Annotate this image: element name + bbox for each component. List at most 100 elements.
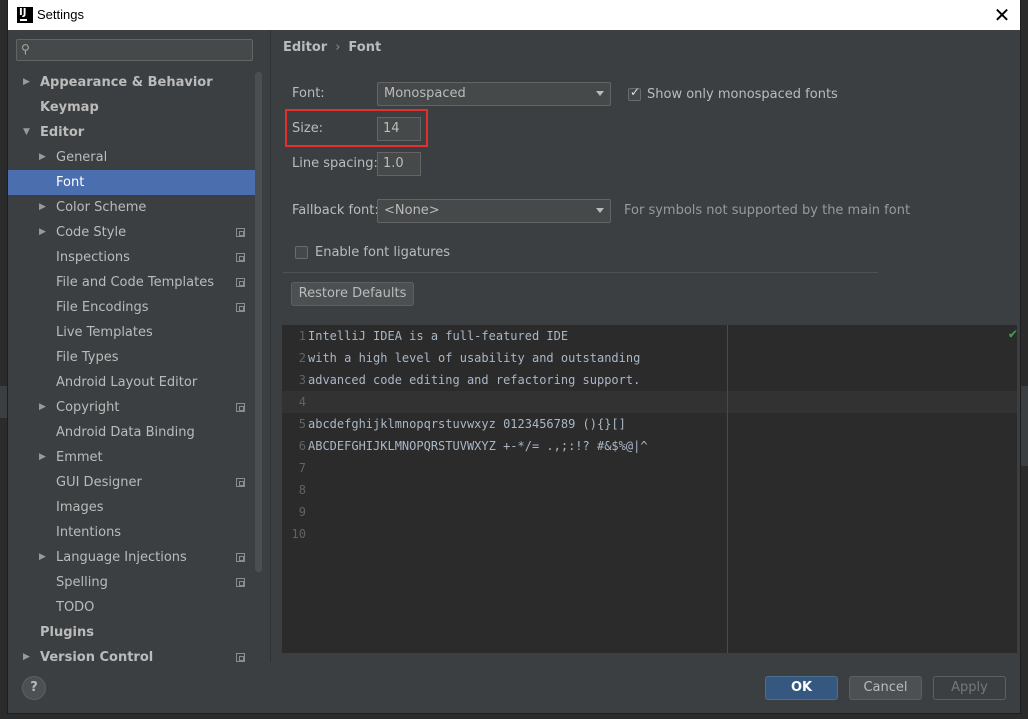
sidebar-item-appearance-behavior[interactable]: ▶ Appearance & Behavior	[8, 70, 262, 95]
sidebar-item-android-data-binding[interactable]: Android Data Binding	[8, 420, 262, 445]
expand-right-icon[interactable]: ▶	[39, 145, 46, 170]
line-number: 10	[291, 527, 306, 541]
sidebar-item-inspections[interactable]: Inspections	[8, 245, 262, 270]
line-number: 6	[298, 439, 306, 453]
sidebar-item-label: Appearance & Behavior	[40, 75, 213, 90]
chevron-down-icon	[596, 91, 604, 96]
line-spacing-input[interactable]: 1.0	[377, 152, 421, 176]
sidebar-item-label: Language Injections	[56, 550, 187, 565]
sidebar-item-android-layout-editor[interactable]: Android Layout Editor	[8, 370, 262, 395]
show-monospaced-label: Show only monospaced fonts	[647, 87, 838, 102]
sidebar-item-language-injections[interactable]: ▶ Language Injections	[8, 545, 262, 570]
sidebar-item-file-types[interactable]: File Types	[8, 345, 262, 370]
font-select[interactable]: Monospaced	[377, 82, 611, 106]
fallback-font-hint: For symbols not supported by the main fo…	[624, 203, 911, 218]
breadcrumb-parent: Editor	[283, 40, 328, 55]
sidebar-item-spelling[interactable]: Spelling	[8, 570, 262, 595]
expand-right-icon[interactable]: ▶	[23, 70, 30, 95]
sidebar-item-label: File Types	[56, 350, 119, 365]
settings-tree: ▶ Appearance & Behavior Keymap ▼ Editor ▶ Gene…	[8, 70, 262, 670]
font-preview-editor[interactable]: 1 2 3 4 5 6 7 8 9 10 IntelliJ IDEA is a full-feat…	[282, 325, 1017, 653]
sidebar-item-live-templates[interactable]: Live Templates	[8, 320, 262, 345]
sidebar-item-editor[interactable]: ▼ Editor	[8, 120, 262, 145]
expand-right-icon[interactable]: ▶	[39, 195, 46, 220]
close-icon[interactable]: ✕	[991, 4, 1013, 26]
font-label: Font:	[292, 86, 325, 101]
line-number: 5	[298, 417, 306, 431]
sidebar-item-label: Version Control	[40, 650, 154, 665]
background-ide-panel-right	[1020, 386, 1028, 466]
sidebar-item-file-and-code-templates[interactable]: File and Code Templates	[8, 270, 262, 295]
project-scope-icon	[236, 478, 245, 487]
sidebar-item-images[interactable]: Images	[8, 495, 262, 520]
sidebar-item-label: Editor	[40, 125, 85, 140]
preview-line: advanced code editing and refactoring su…	[308, 373, 641, 387]
preview-line: with a high level of usability and outst…	[308, 351, 641, 365]
expand-down-icon[interactable]: ▼	[23, 120, 30, 145]
sidebar-item-label: Android Layout Editor	[56, 375, 198, 390]
line-number: 1	[298, 329, 306, 343]
size-highlight-annotation	[285, 109, 428, 147]
restore-defaults-button[interactable]: Restore Defaults	[291, 282, 414, 306]
sidebar-item-label: Emmet	[56, 450, 103, 465]
expand-right-icon[interactable]: ▶	[39, 445, 46, 470]
line-number: 9	[298, 505, 306, 519]
sidebar-item-plugins[interactable]: Plugins	[8, 620, 262, 645]
sidebar-item-todo[interactable]: TODO	[8, 595, 262, 620]
fallback-font-label: Fallback font:	[292, 203, 379, 218]
sidebar-item-label: Inspections	[56, 250, 130, 265]
sidebar-item-label: General	[56, 150, 108, 165]
sidebar-item-label: Plugins	[40, 625, 94, 640]
project-scope-icon	[236, 228, 245, 237]
sidebar-item-file-encodings[interactable]: File Encodings	[8, 295, 262, 320]
breadcrumb-current: Font	[348, 40, 382, 55]
settings-search-input[interactable]: ⚲	[16, 39, 253, 61]
window-title: Settings	[37, 7, 84, 22]
sidebar-item-label: Code Style	[56, 225, 127, 240]
sidebar-item-label: Spelling	[56, 575, 108, 590]
ligatures-checkbox[interactable]	[295, 246, 308, 259]
expand-right-icon[interactable]: ▶	[39, 545, 46, 570]
title-bar: IJ Settings ✕	[8, 0, 1020, 30]
inspection-ok-icon: ✔	[1008, 326, 1017, 342]
sidebar-item-code-style[interactable]: ▶ Code Style	[8, 220, 262, 245]
sidebar-item-emmet[interactable]: ▶ Emmet	[8, 445, 262, 470]
preview-line: abcdefghijklmnopqrstuvwxyz 0123456789 ()…	[308, 417, 626, 431]
ok-button[interactable]: OK	[765, 676, 838, 700]
sidebar-item-version-control[interactable]: ▶ Version Control	[8, 645, 262, 670]
line-spacing-value: 1.0	[383, 156, 404, 171]
help-button[interactable]: ?	[22, 676, 46, 700]
sidebar-item-label: File and Code Templates	[56, 275, 214, 290]
fallback-font-select[interactable]: <None>	[377, 199, 611, 223]
sidebar-item-font[interactable]: Font	[8, 170, 262, 195]
sidebar-item-gui-designer[interactable]: GUI Designer	[8, 470, 262, 495]
sidebar-item-general[interactable]: ▶ General	[8, 145, 262, 170]
settings-dialog: IJ Settings ✕ ⚲ ▶ Appearance & Behavior Ke…	[8, 0, 1020, 713]
project-scope-icon	[236, 653, 245, 662]
sidebar-item-label: Android Data Binding	[56, 425, 195, 440]
sidebar-item-label: Copyright	[56, 400, 120, 415]
sidebar-item-label: Color Scheme	[56, 200, 147, 215]
sidebar-scrollbar[interactable]	[255, 72, 262, 572]
project-scope-icon	[236, 278, 245, 287]
sidebar-item-keymap[interactable]: Keymap	[8, 95, 262, 120]
show-monospaced-checkbox[interactable]	[628, 85, 641, 101]
breadcrumb: Editor › Font	[283, 40, 381, 55]
sidebar-item-label: Font	[56, 175, 85, 190]
expand-right-icon[interactable]: ▶	[23, 645, 30, 670]
project-scope-icon	[236, 578, 245, 587]
apply-button[interactable]: Apply	[933, 676, 1006, 700]
sidebar-item-intentions[interactable]: Intentions	[8, 520, 262, 545]
cancel-button[interactable]: Cancel	[849, 676, 922, 700]
font-settings-panel: Editor › Font Font: Monospaced Show only m…	[271, 30, 1020, 662]
sidebar-item-copyright[interactable]: ▶ Copyright	[8, 395, 262, 420]
font-select-value: Monospaced	[384, 86, 466, 101]
expand-right-icon[interactable]: ▶	[39, 395, 46, 420]
expand-right-icon[interactable]: ▶	[39, 220, 46, 245]
sidebar-item-label: GUI Designer	[56, 475, 142, 490]
intellij-app-icon: IJ	[17, 7, 33, 23]
sidebar-item-color-scheme[interactable]: ▶ Color Scheme	[8, 195, 262, 220]
sidebar-item-label: Keymap	[40, 100, 99, 115]
divider	[283, 272, 878, 273]
preview-line: IntelliJ IDEA is a full-featured IDE	[308, 329, 569, 343]
